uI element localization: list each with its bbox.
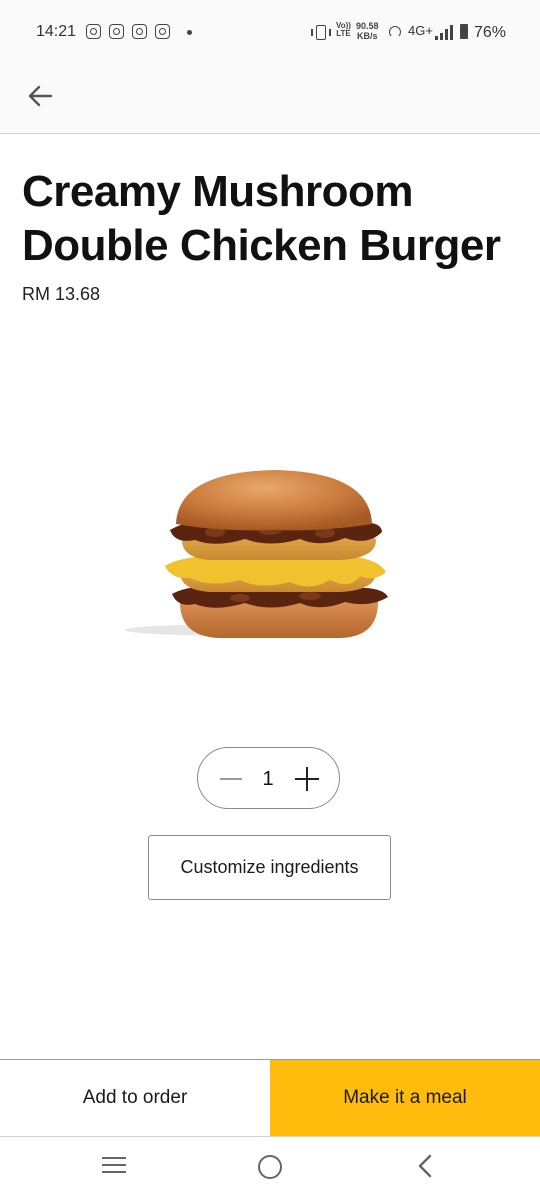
status-time: 14:21 (36, 23, 77, 40)
speed-value: 90.58 (356, 21, 379, 31)
back-icon[interactable] (414, 1153, 438, 1179)
make-it-a-meal-button[interactable]: Make it a meal (270, 1060, 540, 1136)
hotspot-icon (389, 26, 401, 38)
network-speed: 90.58 KB/s (356, 21, 379, 41)
battery-icon (460, 24, 468, 39)
product-price: RM 13.68 (22, 284, 101, 304)
volte-bottom: LTE (336, 29, 351, 38)
quantity-value: 1 (262, 768, 274, 790)
system-nav-bar (0, 1137, 540, 1196)
add-to-order-button[interactable]: Add to order (0, 1060, 270, 1136)
recents-icon[interactable] (102, 1157, 126, 1174)
instagram-icon (132, 24, 147, 39)
more-notifications-dot-icon (187, 30, 192, 35)
instagram-icon (155, 24, 170, 39)
screen: 14:21 Vo)) LTE 90.58 KB/s 4G+ 76% Creamy… (0, 0, 540, 1196)
instagram-icon (109, 24, 124, 39)
app-header (0, 62, 540, 134)
notification-icons (86, 24, 170, 39)
status-bar: 14:21 Vo)) LTE 90.58 KB/s 4G+ 76% (0, 0, 540, 62)
customize-ingredients-button[interactable]: Customize ingredients (148, 835, 391, 900)
arrow-left-icon (28, 85, 53, 107)
product-title: Creamy Mushroom Double Chicken Burger (22, 167, 501, 270)
plus-icon[interactable] (292, 764, 322, 794)
signal-icon (435, 24, 453, 40)
burger-image (125, 470, 388, 638)
back-button[interactable] (20, 76, 60, 116)
quantity-stepper: 1 (197, 747, 340, 809)
bottom-actions: Add to order Make it a meal (0, 1059, 540, 1137)
instagram-icon (86, 24, 101, 39)
home-icon[interactable] (258, 1155, 282, 1179)
vibrate-icon (311, 25, 331, 40)
volte-indicator: Vo)) LTE (336, 22, 351, 38)
network-type: 4G+ (408, 23, 433, 38)
speed-unit: KB/s (357, 31, 378, 41)
battery-percent: 76% (474, 24, 507, 41)
minus-icon[interactable] (216, 768, 246, 790)
